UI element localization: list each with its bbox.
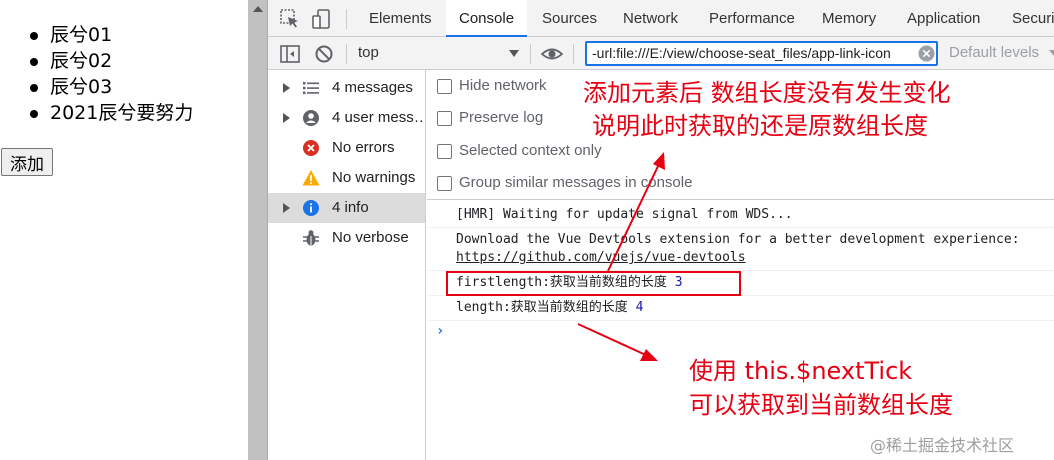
clear-filter-icon[interactable] xyxy=(918,45,935,62)
live-expression-eye-icon[interactable] xyxy=(541,43,563,65)
console-message: length:获取当前数组的长度 4 xyxy=(427,297,1054,321)
scroll-up-arrow-icon[interactable] xyxy=(253,6,263,12)
console-prompt-icon[interactable]: › xyxy=(436,323,444,339)
devtools-tab-bar: Elements Console Sources Network Perform… xyxy=(268,0,1054,37)
sidebar-item-label: No warnings xyxy=(332,169,416,186)
tab-elements[interactable]: Elements xyxy=(369,0,432,37)
log-levels-label: Default levels xyxy=(949,44,1040,61)
console-sidebar: 4 messages 4 user mess… No errors No war… xyxy=(268,70,426,460)
add-button[interactable]: 添加 xyxy=(1,148,53,176)
tab-application[interactable]: Application xyxy=(907,0,980,37)
tab-security[interactable]: Securit xyxy=(1012,0,1054,37)
message-value: 4 xyxy=(635,300,644,315)
chevron-down-icon[interactable] xyxy=(509,50,519,57)
bug-icon xyxy=(303,230,319,246)
watermark: @稀土掘金技术社区 xyxy=(870,436,1015,455)
tab-performance[interactable]: Performance xyxy=(709,0,795,37)
sidebar-item-verbose[interactable]: No verbose xyxy=(268,223,425,253)
message-text: Download the Vue Devtools extension for … xyxy=(456,232,1020,247)
list-icon xyxy=(303,82,319,95)
sidebar-item-errors[interactable]: No errors xyxy=(268,133,425,163)
filter-input[interactable]: -url:file:///E:/view/choose-seat_files/a… xyxy=(585,41,938,66)
toolbar-divider xyxy=(530,44,531,64)
inspect-element-icon[interactable] xyxy=(279,8,301,30)
expand-triangle-icon[interactable] xyxy=(283,113,290,123)
hide-network-checkbox[interactable] xyxy=(437,79,452,94)
preserve-log-checkbox[interactable] xyxy=(437,111,452,126)
list-item: 辰兮02 xyxy=(26,48,193,74)
annotation-bottom-line2: 可以获取到当前数组长度 xyxy=(689,391,953,419)
log-levels-dropdown[interactable]: Default levels xyxy=(949,44,1054,61)
expand-triangle-icon[interactable] xyxy=(283,83,290,93)
page-preview: 辰兮01 辰兮02 辰兮03 2021辰兮要努力 添加 xyxy=(0,0,248,460)
sidebar-item-label: 4 messages xyxy=(332,79,413,96)
sidebar-item-label: 4 info xyxy=(332,199,369,216)
annotation-top-line1: 添加元素后 数组长度没有发生变化 xyxy=(583,79,951,107)
option-label: Preserve log xyxy=(459,109,544,126)
annotation-top-line2: 说明此时获取的还是原数组长度 xyxy=(592,112,928,140)
sidebar-item-label: No errors xyxy=(332,139,395,156)
annotation-bottom-line1: 使用 this.$nextTick xyxy=(689,357,913,385)
sidebar-item-label: 4 user mess… xyxy=(332,109,425,126)
option-label: Hide network xyxy=(459,77,547,94)
console-message: [HMR] Waiting for update signal from WDS… xyxy=(427,204,1054,228)
info-icon xyxy=(303,200,319,216)
message-text: length:获取当前数组的长度 xyxy=(456,300,628,315)
toolbar-divider xyxy=(573,44,574,64)
sidebar-toggle-icon[interactable] xyxy=(279,43,301,65)
sidebar-item-warnings[interactable]: No warnings xyxy=(268,163,425,193)
sidebar-item-label: No verbose xyxy=(332,229,409,246)
tab-network[interactable]: Network xyxy=(623,0,678,37)
list-item: 辰兮03 xyxy=(26,74,193,100)
context-selector[interactable]: top xyxy=(358,44,379,61)
expand-triangle-icon[interactable] xyxy=(283,203,290,213)
device-toggle-icon[interactable] xyxy=(311,8,333,30)
console-message: Download the Vue Devtools extension for … xyxy=(427,229,1054,271)
clear-console-icon[interactable] xyxy=(313,43,335,65)
tab-sources[interactable]: Sources xyxy=(542,0,597,37)
group-similar-checkbox[interactable] xyxy=(437,176,452,191)
toolbar-divider xyxy=(346,44,347,64)
warning-icon xyxy=(302,170,320,186)
highlight-box xyxy=(446,271,741,296)
console-toolbar: top -url:file:///E:/view/choose-seat_fil… xyxy=(268,37,1054,70)
levels-caret-icon xyxy=(1049,50,1054,57)
user-icon xyxy=(303,110,319,126)
pane-scrollbar[interactable] xyxy=(248,0,268,460)
selected-context-checkbox[interactable] xyxy=(437,144,452,159)
item-list: 辰兮01 辰兮02 辰兮03 2021辰兮要努力 xyxy=(26,22,193,126)
sidebar-item-user-messages[interactable]: 4 user mess… xyxy=(268,103,425,133)
sidebar-item-info[interactable]: 4 info xyxy=(268,193,425,223)
error-icon xyxy=(303,140,319,156)
tab-memory[interactable]: Memory xyxy=(822,0,876,37)
list-item: 2021辰兮要努力 xyxy=(26,100,193,126)
tab-console[interactable]: Console xyxy=(446,0,528,37)
sidebar-item-messages[interactable]: 4 messages xyxy=(268,73,425,103)
console-messages: [HMR] Waiting for update signal from WDS… xyxy=(427,201,1054,460)
option-label: Group similar messages in console xyxy=(459,174,693,191)
vue-devtools-link[interactable]: https://github.com/vuejs/vue-devtools xyxy=(456,249,1054,267)
tab-divider xyxy=(346,9,347,29)
option-label: Selected context only xyxy=(459,142,602,159)
list-item: 辰兮01 xyxy=(26,22,193,48)
